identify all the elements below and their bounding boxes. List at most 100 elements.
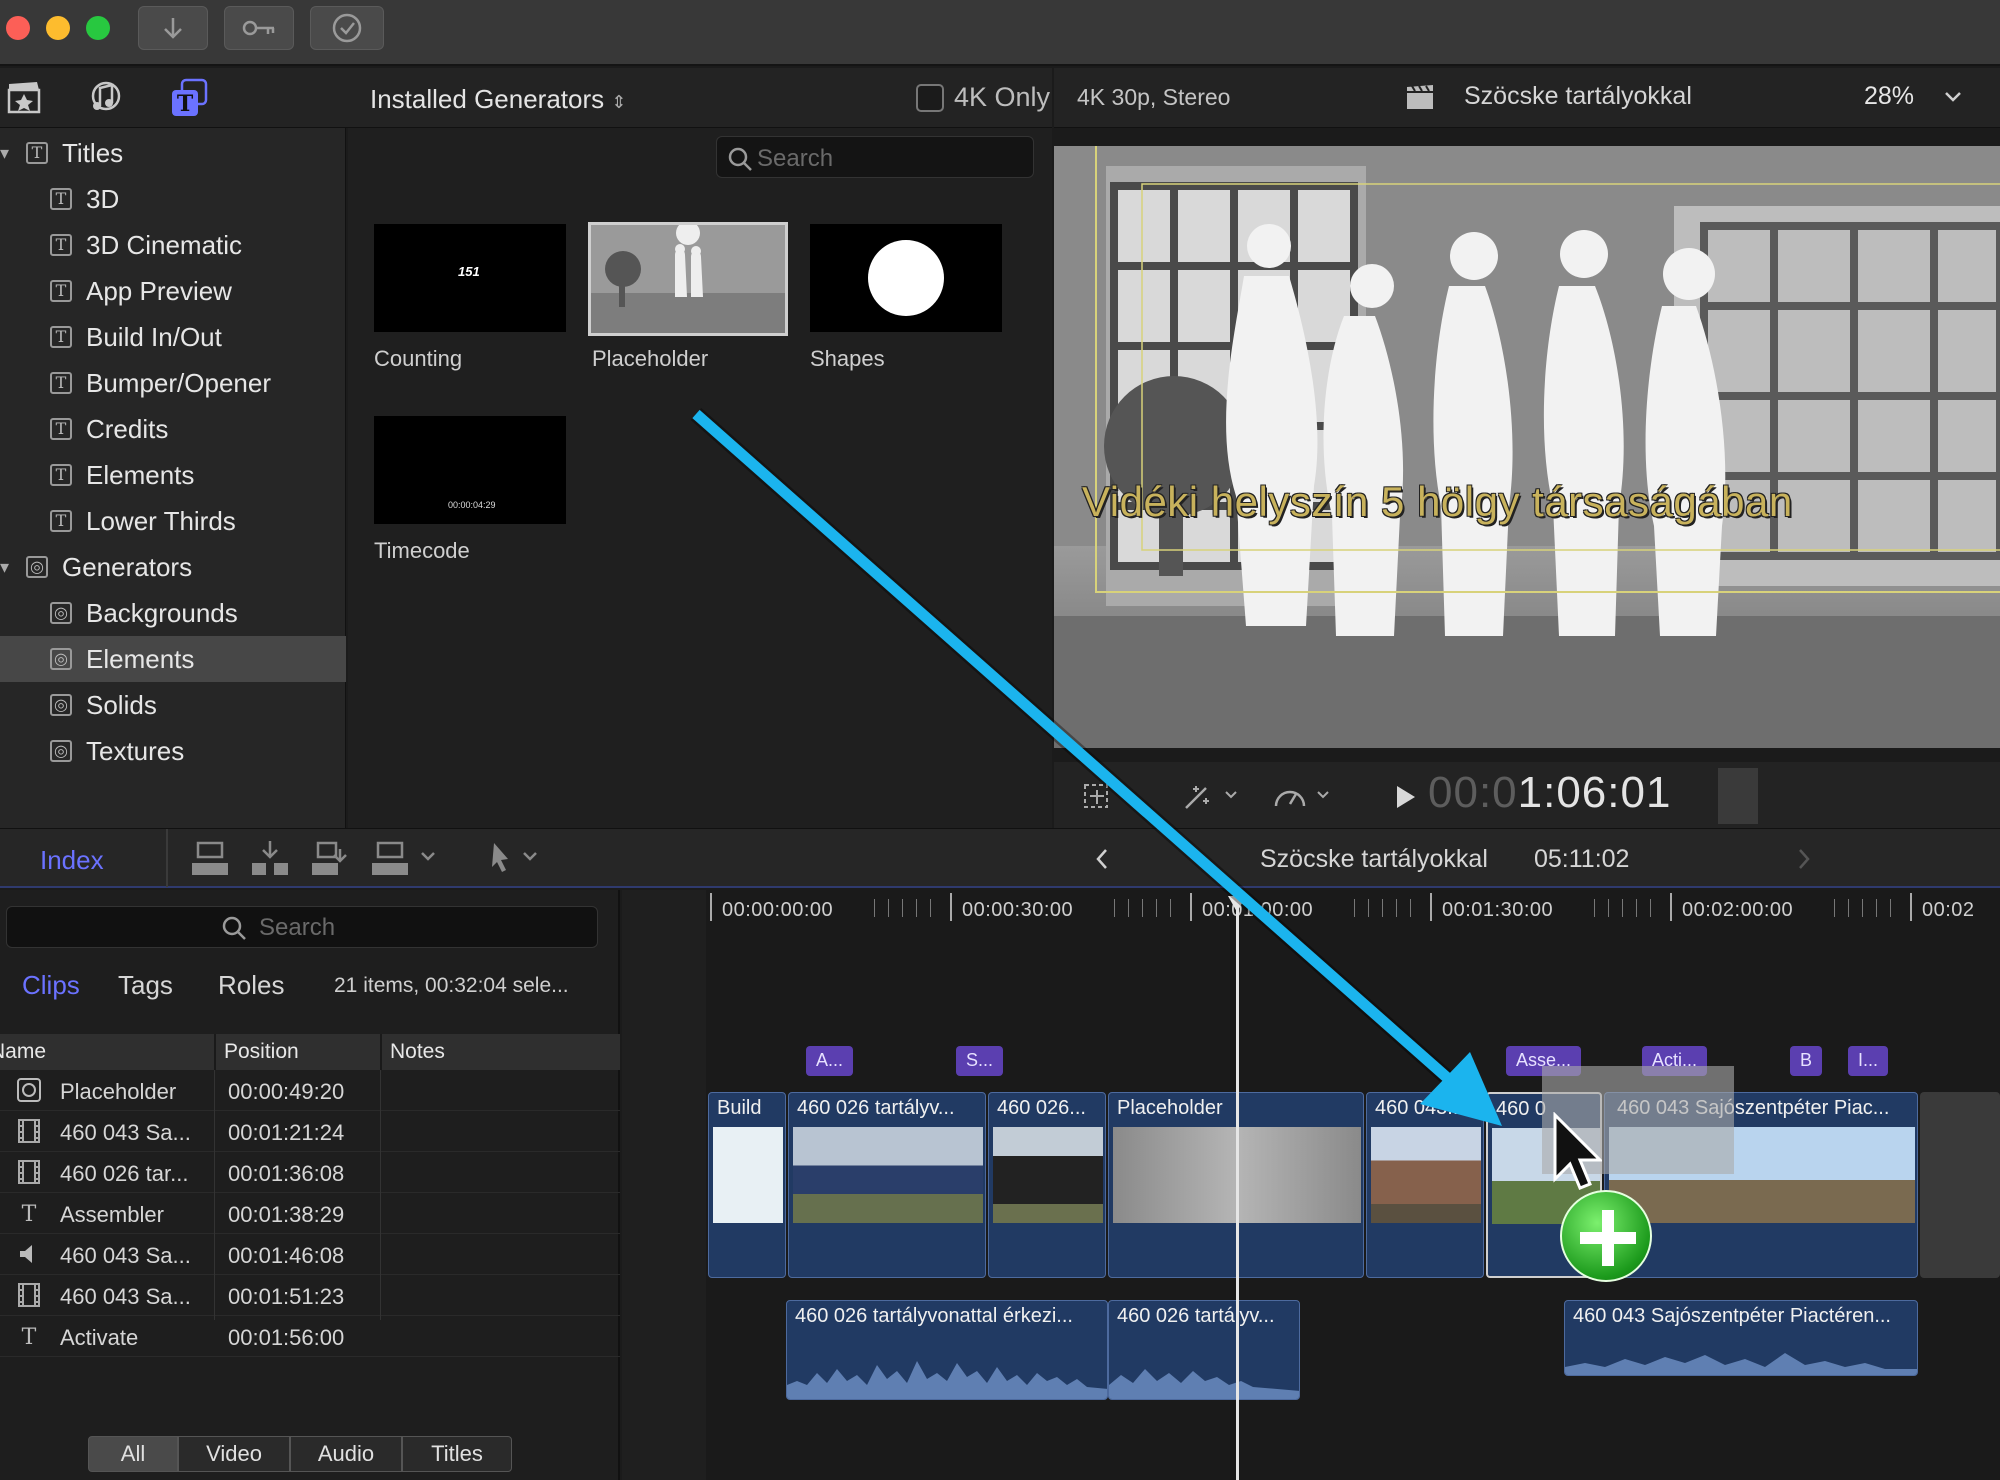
ruler-minor-tick: [1848, 899, 1849, 917]
ruler-minor-tick: [1636, 899, 1637, 917]
viewer-canvas[interactable]: Vidéki helyszín 5 hölgy társaságában: [1054, 146, 2000, 748]
append-clip-icon[interactable]: [310, 839, 350, 879]
index-row[interactable]: 460 043 Sa... 00:01:21:24: [0, 1111, 620, 1152]
keywords-button[interactable]: [224, 6, 294, 50]
sidebar-item-label: Elements: [86, 643, 195, 674]
timeline-clip-train-1[interactable]: 460 026 tartályv...: [788, 1092, 986, 1278]
audio-clip-train-1[interactable]: 460 026 tartályvonattal érkezi...: [786, 1300, 1108, 1400]
column-position[interactable]: Position: [224, 1040, 299, 1064]
ruler-minor-tick: [1608, 899, 1609, 917]
sidebar-item-3d-cinematic[interactable]: T 3D Cinematic: [0, 222, 346, 268]
sidebar-item-backgrounds[interactable]: ◎ Backgrounds: [0, 590, 346, 636]
generator-icon: ◎: [50, 602, 72, 624]
insert-clip-icon[interactable]: [250, 839, 290, 879]
index-row[interactable]: T Activate 00:01:56:00: [0, 1316, 620, 1357]
sidebar-item-elements[interactable]: ◎ Elements: [0, 636, 346, 682]
sidebar-item-bumper-opener[interactable]: T Bumper/Opener: [0, 360, 346, 406]
timeline-ruler[interactable]: 00:00:00:00 00:00:30:00 00:01:00:00 00:01:3…: [706, 893, 2000, 933]
divider: [166, 829, 168, 887]
zoom-window-button[interactable]: [86, 16, 110, 40]
sidebar-item-elements[interactable]: T Elements: [0, 452, 346, 498]
ruler-minor-tick: [1170, 899, 1171, 917]
zoom-level[interactable]: 28%: [1864, 82, 1914, 111]
overwrite-clip-icon[interactable]: [370, 839, 440, 879]
audio-clip-sajoszentpeter[interactable]: 460 043 Sajószentpéter Piactéren...: [1564, 1300, 1918, 1376]
counting-thumbnail[interactable]: 151: [374, 224, 566, 332]
photos-audio-tab[interactable]: [86, 80, 124, 121]
audio-waveform: [1109, 1369, 1299, 1399]
select-tool-icon[interactable]: [490, 841, 550, 877]
tab-clips[interactable]: Clips: [22, 970, 80, 1001]
title-marker[interactable]: I...: [1848, 1046, 1889, 1076]
filter-titles[interactable]: Titles: [402, 1436, 512, 1472]
minimize-window-button[interactable]: [46, 16, 70, 40]
disclosure-triangle-icon[interactable]: ▾: [0, 557, 26, 578]
titles-generators-tab[interactable]: T: [170, 78, 210, 123]
timeline-clip-gap[interactable]: [1920, 1092, 2000, 1278]
generator-icon: ◎: [50, 740, 72, 762]
timeline-clip-build[interactable]: Build: [708, 1092, 786, 1278]
title-marker[interactable]: S...: [956, 1046, 1004, 1076]
timecode-thumbnail[interactable]: 00:00:04:29: [374, 416, 566, 524]
audio-waveform: [1565, 1353, 1917, 1375]
tab-tags[interactable]: Tags: [118, 970, 173, 1001]
sidebar-item-solids[interactable]: ◎ Solids: [0, 682, 346, 728]
column-name[interactable]: Name: [0, 1040, 46, 1064]
sidebar-item-app-preview[interactable]: T App Preview: [0, 268, 346, 314]
play-icon[interactable]: [1394, 784, 1418, 810]
background-tasks-button[interactable]: [310, 6, 384, 50]
source-selector[interactable]: Installed Generators ⇕: [370, 84, 626, 115]
index-row[interactable]: 460 026 tar... 00:01:36:08: [0, 1152, 620, 1193]
forward-chevron-icon[interactable]: [1796, 847, 1812, 871]
sidebar-item-build-in-out[interactable]: T Build In/Out: [0, 314, 346, 360]
placeholder-thumbnail[interactable]: [588, 222, 788, 336]
timeline-clip-train-2[interactable]: 460 026...: [988, 1092, 1106, 1278]
title-icon: T: [50, 280, 72, 302]
row-name: Placeholder: [60, 1079, 177, 1104]
4k-only-checkbox[interactable]: [916, 84, 944, 112]
enhance-wand-icon[interactable]: [1182, 780, 1242, 812]
index-row[interactable]: 460 043 Sa... 00:01:51:23: [0, 1275, 620, 1316]
connect-clip-icon[interactable]: [190, 839, 230, 879]
back-chevron-icon[interactable]: [1094, 847, 1110, 871]
title-marker[interactable]: B: [1790, 1046, 1823, 1076]
timeline-clip-station-1[interactable]: 460 043...: [1366, 1092, 1484, 1278]
close-window-button[interactable]: [6, 16, 30, 40]
ruler-major-tick: [1670, 893, 1672, 921]
title-marker[interactable]: A...: [806, 1046, 854, 1076]
sidebar-item-lower-thirds[interactable]: T Lower Thirds: [0, 498, 346, 544]
index-row[interactable]: 460 043 Sa... 00:01:46:08: [0, 1234, 620, 1275]
ruler-minor-tick: [1650, 899, 1651, 917]
libraries-tab[interactable]: [6, 80, 42, 121]
filter-video[interactable]: Video: [178, 1436, 290, 1472]
index-toggle[interactable]: Index: [40, 845, 104, 876]
index-row[interactable]: T Assembler 00:01:38:29: [0, 1193, 620, 1234]
filter-audio[interactable]: Audio: [290, 1436, 402, 1472]
tab-roles[interactable]: Roles: [218, 970, 284, 1001]
placeholder-people-image: [591, 225, 785, 333]
sidebar-item-3d[interactable]: T 3D: [0, 176, 346, 222]
ruler-timecode: 00:00:30:00: [962, 899, 1074, 921]
chevron-down-icon[interactable]: [1944, 90, 1962, 104]
ruler-minor-tick: [1128, 899, 1129, 917]
sidebar-item-textures[interactable]: ◎ Textures: [0, 728, 346, 774]
shapes-thumbnail[interactable]: [810, 224, 1002, 332]
audio-clip-train-2[interactable]: 460 026 tartályv...: [1108, 1300, 1300, 1400]
disclosure-triangle-icon[interactable]: ▾: [0, 143, 26, 164]
index-row[interactable]: Placeholder 00:00:49:20: [0, 1070, 620, 1111]
column-notes[interactable]: Notes: [390, 1040, 445, 1064]
browser-search-input[interactable]: Search: [716, 136, 1034, 178]
sidebar-item-generators[interactable]: ▾ ◎ Generators: [0, 544, 346, 590]
sidebar-item-credits[interactable]: T Credits: [0, 406, 346, 452]
transform-icon[interactable]: [1082, 782, 1114, 812]
speed-gauge-icon[interactable]: [1272, 780, 1338, 812]
filter-all[interactable]: All: [88, 1436, 178, 1472]
checkmark-circle-icon: [332, 13, 362, 43]
sidebar-item-titles[interactable]: ▾ T Titles: [0, 130, 346, 176]
pointer-cursor-icon: [1553, 1112, 1602, 1190]
playhead[interactable]: [1236, 896, 1239, 1480]
clip-name: 460 043...: [1375, 1097, 1464, 1119]
import-button[interactable]: [138, 6, 208, 50]
index-search-input[interactable]: Search: [6, 906, 598, 948]
row-position: 00:01:56:00: [228, 1325, 345, 1350]
